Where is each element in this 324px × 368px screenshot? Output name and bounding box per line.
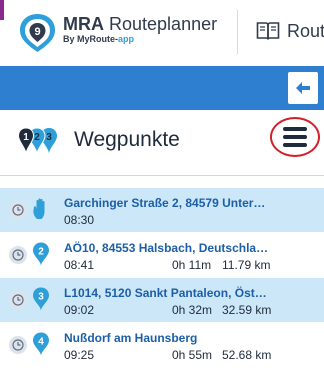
arrow-left-icon bbox=[296, 82, 310, 94]
panel-toolbar bbox=[0, 66, 324, 110]
hamburger-icon bbox=[283, 127, 307, 151]
waypoint-duration: 0h 32m bbox=[172, 303, 213, 317]
waypoint-number: 2 bbox=[38, 247, 44, 258]
waypoint-time: 08:41 bbox=[64, 258, 95, 272]
waypoint-row[interactable]: 4 Nußdorf am Haunsberg 09:25 0h 55m 52.6… bbox=[0, 323, 324, 368]
waypoint-time: 08:30 bbox=[64, 213, 95, 227]
waypoint-duration: 0h 55m bbox=[172, 348, 213, 362]
nav-route-link[interactable]: Rout bbox=[287, 21, 324, 42]
waypoint-duration: 0h 11m bbox=[172, 258, 212, 272]
clock-icon[interactable] bbox=[9, 291, 27, 309]
app-header: 9 MRA Routeplanner By MyRoute-app Rout bbox=[0, 0, 324, 66]
waypoints-icon: 1 2 3 bbox=[18, 127, 57, 155]
waypoint-menu-button[interactable] bbox=[270, 117, 320, 157]
hand-icon bbox=[33, 198, 45, 219]
window-edge-accent bbox=[0, 0, 4, 20]
divider bbox=[0, 175, 324, 176]
waypoint-address[interactable]: L1014, 5120 Sankt Pantaleon, Öst… bbox=[64, 286, 320, 300]
waypoint-number: 4 bbox=[38, 337, 44, 348]
collapse-panel-button[interactable] bbox=[288, 72, 318, 104]
waypoint-distance: 32.59 km bbox=[222, 303, 272, 317]
waypoint-number: 3 bbox=[38, 292, 44, 303]
map-pin-icon: 2 bbox=[33, 242, 49, 266]
waypoint-row[interactable]: 3 L1014, 5120 Sankt Pantaleon, Öst… 09:0… bbox=[0, 278, 324, 323]
waypoint-distance: 52.68 km bbox=[222, 348, 272, 362]
waypoint-badge-2: 2 bbox=[34, 132, 40, 143]
map-pin-icon: 3 bbox=[33, 287, 49, 311]
brand: MRA Routeplanner By MyRoute-app bbox=[63, 14, 217, 44]
book-icon[interactable] bbox=[256, 21, 280, 41]
clock-icon[interactable] bbox=[9, 336, 27, 354]
svg-text:9: 9 bbox=[34, 26, 40, 38]
waypoint-badge-1: 1 bbox=[23, 132, 29, 143]
brand-title: MRA Routeplanner bbox=[63, 14, 217, 34]
waypoint-row[interactable]: Garchinger Straße 2, 84579 Unter… 08:30 bbox=[0, 188, 324, 233]
brand-name: MRA bbox=[63, 14, 104, 34]
mra-logo-icon[interactable]: 9 bbox=[17, 12, 58, 53]
waypoint-list: Garchinger Straße 2, 84579 Unter… 08:30 … bbox=[0, 188, 324, 368]
brand-sub-app: app bbox=[118, 34, 135, 44]
waypoint-address[interactable]: Nußdorf am Haunsberg bbox=[64, 331, 320, 345]
map-pin-icon: 4 bbox=[33, 332, 49, 356]
waypoint-row[interactable]: 2 AÖ10, 84553 Halsbach, Deutschla… 08:41… bbox=[0, 233, 324, 278]
waypoint-distance: 11.79 km bbox=[222, 258, 271, 272]
waypoint-time: 09:02 bbox=[64, 303, 95, 317]
waypoint-address[interactable]: Garchinger Straße 2, 84579 Unter… bbox=[64, 196, 320, 210]
waypoint-time: 09:25 bbox=[64, 348, 95, 362]
waypoint-badge-3: 3 bbox=[46, 132, 52, 143]
clock-icon[interactable] bbox=[9, 201, 27, 219]
brand-product: Routeplanner bbox=[109, 14, 218, 34]
panel-title: Wegpunkte bbox=[74, 128, 180, 151]
waypoint-address[interactable]: AÖ10, 84553 Halsbach, Deutschla… bbox=[64, 241, 320, 255]
header-divider bbox=[237, 10, 238, 54]
brand-sub-prefix: By MyRoute- bbox=[63, 34, 119, 44]
brand-subtitle: By MyRoute-app bbox=[63, 34, 217, 44]
clock-icon[interactable] bbox=[9, 246, 27, 264]
